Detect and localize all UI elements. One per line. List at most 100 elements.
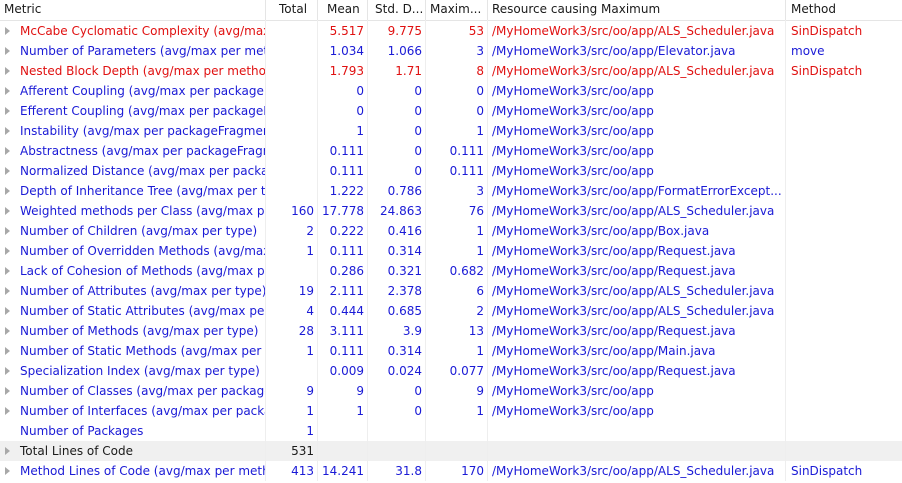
table-row[interactable]: Nested Block Depth (avg/max per methoc 1.…	[0, 61, 902, 81]
total-value: 160	[291, 204, 314, 218]
metric-name: Afferent Coupling (avg/max per packageF	[20, 84, 266, 98]
resource-path: /MyHomeWork3/src/oo/app	[492, 144, 654, 158]
maximum-value	[426, 421, 488, 441]
std-dev-value: 0.685	[387, 304, 422, 318]
resource-path: /MyHomeWork3/src/oo/app/ALS_Scheduler.ja…	[492, 204, 775, 218]
table-row[interactable]: Number of Packages 1	[0, 421, 902, 441]
method-name	[786, 121, 902, 141]
table-row[interactable]: Specialization Index (avg/max per type) 0…	[0, 361, 902, 381]
mean-value: 0.286	[329, 264, 364, 278]
table-row[interactable]: Number of Static Methods (avg/max per t 1…	[0, 341, 902, 361]
method-name	[786, 241, 902, 261]
column-divider	[487, 20, 488, 481]
maximum-value: 0	[476, 104, 484, 118]
std-dev-value: 0	[414, 384, 422, 398]
table-row[interactable]: Abstractness (avg/max per packageFragm 0.…	[0, 141, 902, 161]
metric-name: Number of Children (avg/max per type)	[20, 224, 258, 238]
std-dev-value: 24.863	[380, 204, 422, 218]
std-dev-value: 0	[414, 84, 422, 98]
mean-value: 9	[356, 384, 364, 398]
resource-path: /MyHomeWork3/src/oo/app	[492, 384, 654, 398]
method-name	[786, 141, 902, 161]
maximum-value: 3	[476, 184, 484, 198]
column-header-metric[interactable]: Metric	[0, 0, 266, 20]
resource-path: /MyHomeWork3/src/oo/app/ALS_Scheduler.ja…	[492, 24, 775, 38]
resource-path: /MyHomeWork3/src/oo/app/ALS_Scheduler.ja…	[492, 284, 775, 298]
maximum-value: 1	[476, 244, 484, 258]
table-row[interactable]: Number of Methods (avg/max per type) 28 3.…	[0, 321, 902, 341]
table-row[interactable]: Number of Overridden Methods (avg/max 1 0.…	[0, 241, 902, 261]
std-dev-value: 0	[414, 124, 422, 138]
method-name	[786, 161, 902, 181]
total-value: 413	[291, 464, 314, 478]
std-dev-value: 0	[414, 104, 422, 118]
column-header-mean[interactable]: Mean	[318, 0, 368, 20]
mean-value: 1	[356, 404, 364, 418]
resource-path: /MyHomeWork3/src/oo/app/Request.java	[492, 364, 736, 378]
table-header: Metric Total Mean Std. D... Maxim... Res…	[0, 0, 902, 21]
mean-value: 1.793	[329, 64, 364, 78]
table-row[interactable]: Number of Classes (avg/max per package 9 9…	[0, 381, 902, 401]
std-dev-value: 0	[414, 404, 422, 418]
method-name	[786, 441, 902, 461]
maximum-value: 0.077	[449, 364, 484, 378]
total-value	[266, 121, 318, 141]
resource-path: /MyHomeWork3/src/oo/app	[492, 404, 654, 418]
table-row[interactable]: Total Lines of Code 531	[0, 441, 902, 461]
total-value	[266, 21, 318, 41]
method-name: move	[791, 44, 825, 58]
metric-name: Number of Attributes (avg/max per type)	[20, 284, 266, 298]
method-name	[786, 81, 902, 101]
metric-name: Number of Methods (avg/max per type)	[20, 324, 259, 338]
table-row[interactable]: Efferent Coupling (avg/max per packageFi…	[0, 101, 902, 121]
table-row[interactable]: Depth of Inheritance Tree (avg/max per t…	[0, 181, 902, 201]
table-row[interactable]: Lack of Cohesion of Methods (avg/max pe 0…	[0, 261, 902, 281]
maximum-value: 1	[476, 224, 484, 238]
mean-value: 0.222	[329, 224, 364, 238]
table-row[interactable]: Number of Parameters (avg/max per meth 1.…	[0, 41, 902, 61]
method-name	[786, 341, 902, 361]
column-header-resource[interactable]: Resource causing Maximum	[488, 0, 786, 20]
column-header-method[interactable]: Method	[786, 0, 902, 20]
column-header-std-dev[interactable]: Std. D...	[368, 0, 426, 20]
maximum-value: 0.111	[449, 164, 484, 178]
maximum-value: 13	[468, 324, 484, 338]
total-value: 531	[291, 444, 314, 458]
table-row[interactable]: Number of Children (avg/max per type) 2 0.…	[0, 221, 902, 241]
metric-name: Weighted methods per Class (avg/max pe	[20, 204, 266, 218]
std-dev-value: 0.416	[387, 224, 422, 238]
total-value: 1	[306, 344, 314, 358]
table-row[interactable]: Number of Interfaces (avg/max per packa 1…	[0, 401, 902, 421]
table-row[interactable]: Normalized Distance (avg/max per packag 0…	[0, 161, 902, 181]
table-row[interactable]: Number of Static Attributes (avg/max per…	[0, 301, 902, 321]
table-row[interactable]: Number of Attributes (avg/max per type) 1…	[0, 281, 902, 301]
column-divider	[367, 20, 368, 481]
total-value: 28	[298, 324, 314, 338]
maximum-value	[426, 441, 488, 461]
method-name	[786, 221, 902, 241]
table-row[interactable]: Afferent Coupling (avg/max per packageF 0…	[0, 81, 902, 101]
mean-value: 0	[356, 104, 364, 118]
column-header-maximum[interactable]: Maxim...	[426, 0, 488, 20]
table-row[interactable]: Instability (avg/max per packageFragment…	[0, 121, 902, 141]
mean-value: 2.111	[329, 284, 364, 298]
table-row[interactable]: Method Lines of Code (avg/max per meth 41…	[0, 461, 902, 481]
std-dev-value: 2.378	[387, 284, 422, 298]
resource-path: /MyHomeWork3/src/oo/app/Request.java	[492, 324, 736, 338]
metric-name: Number of Parameters (avg/max per meth	[20, 44, 266, 58]
table-row[interactable]: Weighted methods per Class (avg/max pe 16…	[0, 201, 902, 221]
method-name	[786, 361, 902, 381]
total-value: 4	[306, 304, 314, 318]
method-name	[786, 321, 902, 341]
mean-value: 17.778	[322, 204, 364, 218]
total-value	[266, 361, 318, 381]
table-row[interactable]: McCabe Cyclomatic Complexity (avg/max 5.5…	[0, 21, 902, 41]
column-header-total[interactable]: Total	[266, 0, 318, 20]
maximum-value: 53	[468, 24, 484, 38]
total-value: 1	[306, 424, 314, 438]
method-name: SinDispatch	[791, 64, 863, 78]
maximum-value: 76	[468, 204, 484, 218]
std-dev-value: 1.066	[387, 44, 422, 58]
std-dev-value	[368, 421, 426, 441]
method-name	[786, 201, 902, 221]
